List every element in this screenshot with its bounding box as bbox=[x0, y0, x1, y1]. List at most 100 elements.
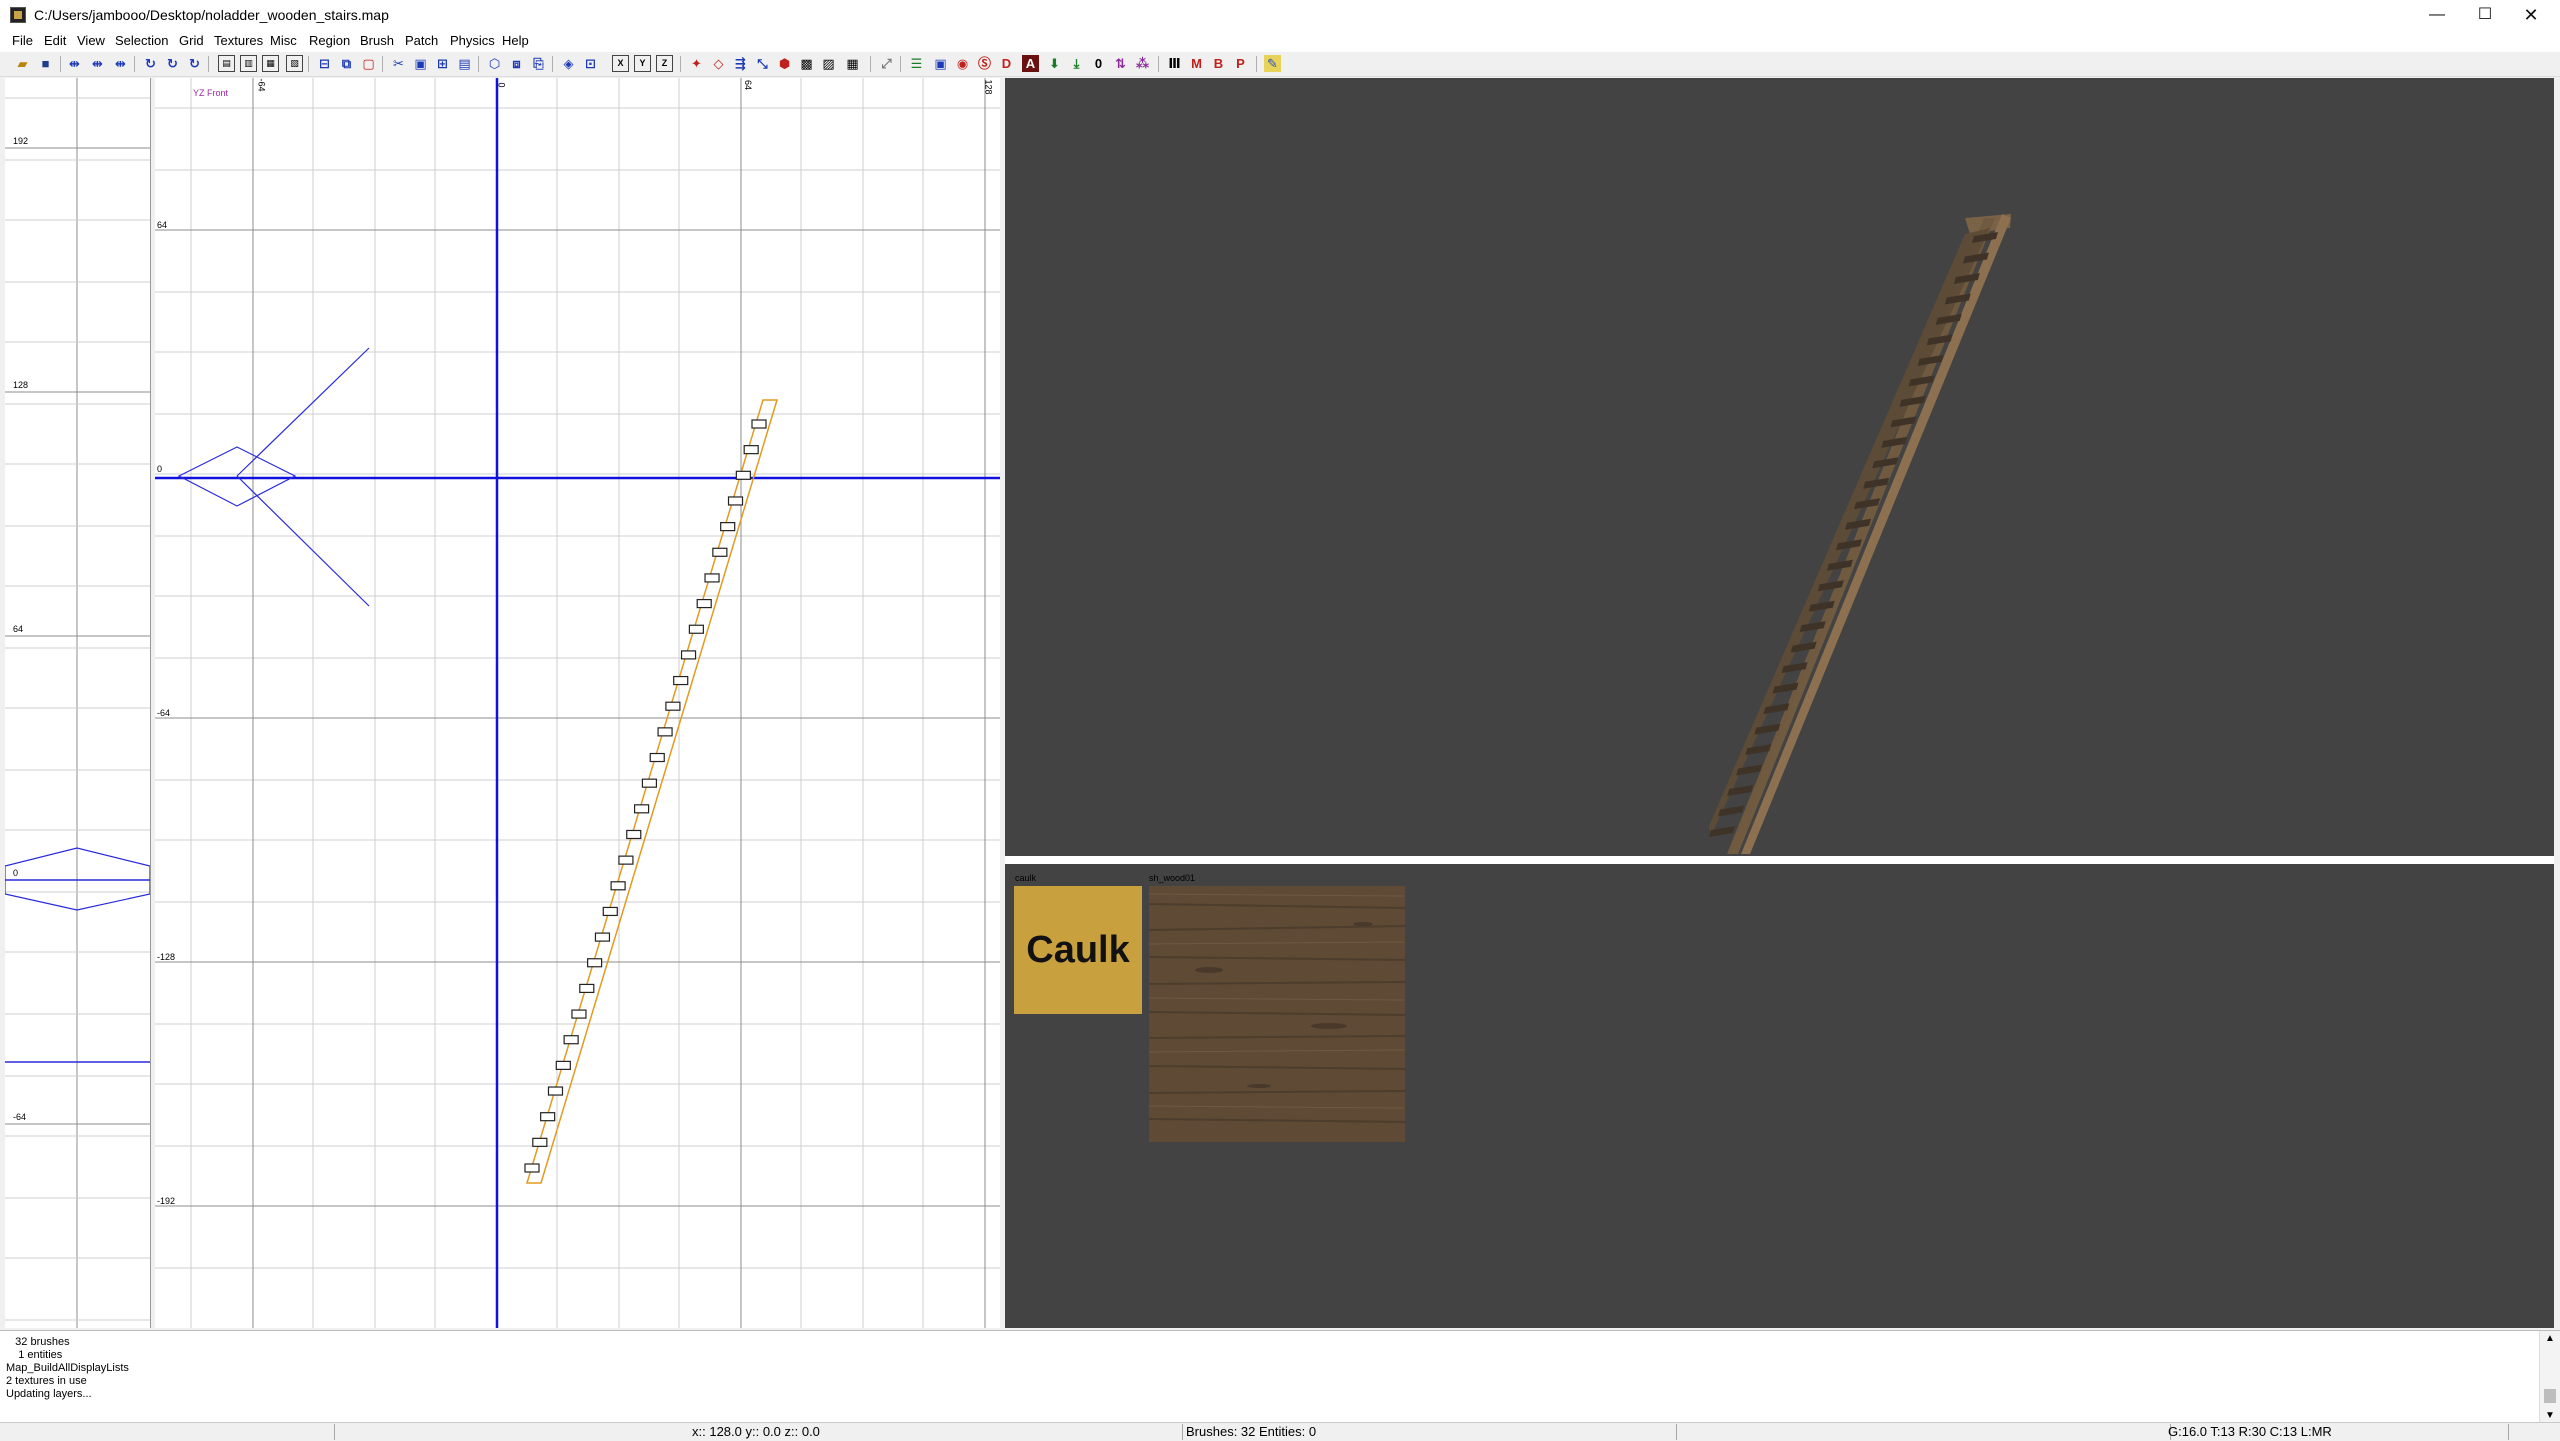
menu-brush[interactable]: Brush bbox=[360, 33, 394, 48]
scroll-thumb[interactable] bbox=[2544, 1389, 2556, 1403]
side-tick-label: -64 bbox=[13, 1112, 27, 1122]
world-icon[interactable]: Ⅲ bbox=[1166, 55, 1183, 72]
scale-mode-icon[interactable]: ⊡ bbox=[582, 55, 599, 72]
model-toggle-icon[interactable]: M bbox=[1188, 55, 1205, 72]
entity-list-icon[interactable]: ☰ bbox=[908, 55, 925, 72]
drag-x-icon[interactable]: X bbox=[612, 55, 629, 72]
texture-caulk[interactable]: Caulk bbox=[1014, 886, 1142, 1014]
close-button[interactable]: ✕ bbox=[2508, 0, 2554, 30]
patch-bend-icon[interactable]: ◇ bbox=[710, 55, 727, 72]
view-change-icon[interactable]: ⬡ bbox=[486, 55, 503, 72]
select-touching-icon[interactable]: ▥ bbox=[240, 55, 257, 72]
app-icon bbox=[10, 7, 26, 23]
preferences-icon[interactable]: ✎ bbox=[1264, 55, 1281, 72]
down-arrow-icon[interactable]: ⬇ bbox=[1046, 55, 1063, 72]
flip-y-icon[interactable]: ⇹ bbox=[89, 55, 106, 72]
select-partial-tall-icon[interactable]: ▦ bbox=[262, 55, 279, 72]
menu-help[interactable]: Help bbox=[502, 33, 529, 48]
entity-mode-icon[interactable]: A bbox=[1022, 55, 1039, 72]
console-scrollbar[interactable]: ▲ ▼ bbox=[2539, 1331, 2560, 1423]
ladder-rung bbox=[680, 650, 697, 660]
ladder-rung bbox=[594, 932, 611, 942]
csg-merge-icon[interactable]: ⧉ bbox=[338, 55, 355, 72]
view-splitter[interactable] bbox=[1005, 856, 2554, 864]
ladder-rung bbox=[587, 958, 603, 968]
ladder-rung bbox=[579, 983, 595, 994]
patch-weld-icon[interactable]: ⬢ bbox=[776, 55, 793, 72]
patch-bevel-icon[interactable]: ▦ bbox=[844, 55, 861, 72]
texture-lock-icon[interactable]: 0 bbox=[1090, 55, 1107, 72]
front-view[interactable]: YZ Front -64 0 64 128 64 0 -64 -128 -192 bbox=[155, 78, 1000, 1328]
ladder-rung bbox=[532, 1137, 548, 1147]
menu-file[interactable]: File bbox=[12, 33, 33, 48]
menu-physics[interactable]: Physics bbox=[450, 33, 495, 48]
front-left-tick: 64 bbox=[157, 220, 168, 230]
rotate-z-icon[interactable]: ↻ bbox=[186, 55, 203, 72]
texture-wood[interactable] bbox=[1148, 886, 1406, 1142]
drag-z-icon[interactable]: Z bbox=[656, 55, 673, 72]
rotate-x-icon[interactable]: ↻ bbox=[142, 55, 159, 72]
brush-toggle-icon[interactable]: B bbox=[1210, 55, 1227, 72]
texture-browser[interactable]: caulk Caulk sh_wood01 bbox=[1005, 864, 2554, 1328]
vertex-mode-icon[interactable]: D bbox=[998, 55, 1015, 72]
menu-region[interactable]: Region bbox=[309, 33, 350, 48]
camera-view[interactable] bbox=[1005, 78, 2554, 856]
menu-grid[interactable]: Grid bbox=[179, 33, 204, 48]
menu-edit[interactable]: Edit bbox=[44, 33, 66, 48]
ladder-rung bbox=[524, 1163, 540, 1173]
select-inside-icon[interactable]: ▧ bbox=[286, 55, 303, 72]
csg-hollow-icon[interactable]: ▢ bbox=[360, 55, 377, 72]
ladder-rung bbox=[673, 675, 689, 686]
texture-fit-icon[interactable]: ▣ bbox=[412, 55, 429, 72]
select-complete-tall-icon[interactable]: ▤ bbox=[218, 55, 235, 72]
console-panel[interactable]: 32 brushes 1 entities Map_BuildAllDispla… bbox=[0, 1330, 2560, 1423]
ladder-rung bbox=[571, 1009, 587, 1019]
camera-view-icon[interactable]: ⧈ bbox=[508, 55, 525, 72]
csg-subtract-icon[interactable]: ⊟ bbox=[316, 55, 333, 72]
minimize-button[interactable]: — bbox=[2414, 0, 2460, 30]
patch-delete-icon[interactable]: ⤡ bbox=[754, 55, 771, 72]
view-name-label: YZ Front bbox=[193, 88, 229, 98]
drag-y-icon[interactable]: Y bbox=[634, 55, 651, 72]
window-title: C:/Users/jambooo/Desktop/noladder_wooden… bbox=[34, 7, 389, 23]
drop-to-floor-icon[interactable]: ⤓ bbox=[1068, 55, 1085, 72]
scroll-up-icon[interactable]: ▲ bbox=[2545, 1333, 2555, 1344]
console-line: 32 brushes bbox=[6, 1336, 70, 1348]
light-inspector-icon[interactable]: ◉ bbox=[954, 55, 971, 72]
patch-insert-icon[interactable]: ⇶ bbox=[732, 55, 749, 72]
menu-view[interactable]: View bbox=[77, 33, 105, 48]
flip-x-icon[interactable]: ⇹ bbox=[66, 55, 83, 72]
ladder-rung bbox=[665, 701, 681, 711]
side-tick-label: 0 bbox=[13, 868, 19, 878]
show-angles-icon[interactable]: ⤢ bbox=[878, 55, 895, 72]
front-top-tick: -64 bbox=[256, 78, 267, 92]
patch-toggle-icon[interactable]: P bbox=[1232, 55, 1249, 72]
menu-textures[interactable]: Textures bbox=[214, 33, 263, 48]
filter-icon[interactable]: ▤ bbox=[456, 55, 473, 72]
patch-wireframe-icon[interactable]: ▨ bbox=[820, 55, 837, 72]
open-file-icon[interactable]: ▰ bbox=[14, 55, 31, 72]
menu-selection[interactable]: Selection bbox=[115, 33, 168, 48]
snap-grid-icon[interactable]: ⁂ bbox=[1134, 55, 1151, 72]
sound-inspector-icon[interactable]: Ⓢ bbox=[976, 55, 993, 72]
menu-misc[interactable]: Misc bbox=[270, 33, 297, 48]
ladder-rung bbox=[743, 445, 759, 455]
snap-up-icon[interactable]: ⇅ bbox=[1112, 55, 1129, 72]
console-line: Map_BuildAllDisplayLists bbox=[6, 1362, 129, 1374]
ladder-rung bbox=[704, 573, 720, 583]
scroll-down-icon[interactable]: ▼ bbox=[2545, 1410, 2555, 1421]
side-view[interactable]: 192 128 64 0 -64 bbox=[5, 78, 151, 1328]
patch-drill-icon[interactable]: ▩ bbox=[798, 55, 815, 72]
front-top-tick: 128 bbox=[983, 79, 994, 95]
flip-z-icon[interactable]: ⇹ bbox=[112, 55, 129, 72]
rotate-mode-icon[interactable]: ◈ bbox=[560, 55, 577, 72]
maximize-button[interactable]: ☐ bbox=[2462, 0, 2508, 30]
menu-patch[interactable]: Patch bbox=[405, 33, 438, 48]
clipper-icon[interactable]: ✂ bbox=[390, 55, 407, 72]
rotate-y-icon[interactable]: ↻ bbox=[164, 55, 181, 72]
cubic-clip-icon[interactable]: ✦ bbox=[688, 55, 705, 72]
texture-view-icon[interactable]: ⎘ bbox=[530, 55, 547, 72]
surface-inspector-icon[interactable]: ▣ bbox=[932, 55, 949, 72]
save-file-icon[interactable]: ■ bbox=[37, 55, 54, 72]
texture-align-icon[interactable]: ⊞ bbox=[434, 55, 451, 72]
